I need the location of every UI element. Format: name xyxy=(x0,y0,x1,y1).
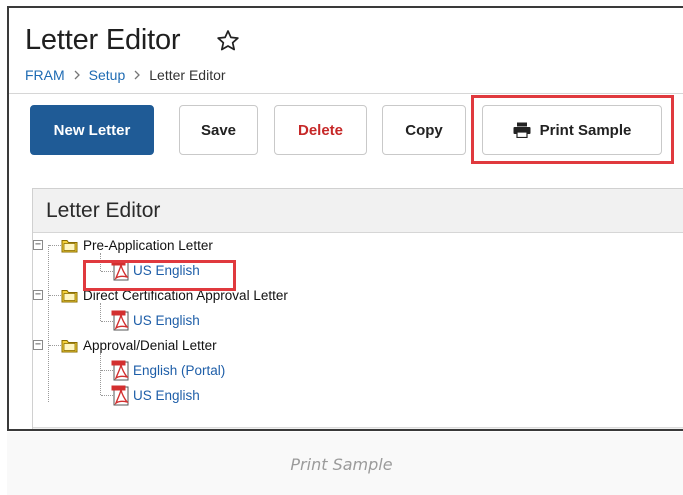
tree-leaf-label[interactable]: US English xyxy=(133,388,200,403)
toolbar: New Letter Save Delete Copy Print Sample xyxy=(9,95,683,175)
tree-leaf-label[interactable]: US English xyxy=(133,313,200,328)
tree-folder-label: Direct Certification Approval Letter xyxy=(83,288,288,303)
panel-title: Letter Editor xyxy=(33,189,683,233)
delete-button[interactable]: Delete xyxy=(274,105,367,155)
chevron-right-icon xyxy=(134,70,141,80)
folder-icon xyxy=(61,290,78,303)
printer-icon xyxy=(513,122,531,138)
print-sample-label: Print Sample xyxy=(539,121,632,139)
chevron-right-icon xyxy=(74,70,80,80)
tree-leaf-pre-application-us-english[interactable]: US English xyxy=(111,258,200,283)
save-button[interactable]: Save xyxy=(179,105,258,155)
breadcrumb-fram[interactable]: FRAM xyxy=(25,67,65,83)
tree-folder-pre-application[interactable]: − Pre-Application Letter xyxy=(33,233,213,258)
panel-scroll-strip xyxy=(33,427,683,429)
tree-leaf-label[interactable]: English (Portal) xyxy=(133,363,225,378)
page-header: Letter Editor FRAM Setup Letter Editor xyxy=(9,8,683,94)
tree-leaf-approval-denial-us-english[interactable]: US English xyxy=(111,383,200,408)
collapse-toggle-icon[interactable]: − xyxy=(33,290,43,300)
pdf-icon xyxy=(111,260,129,280)
breadcrumb-setup[interactable]: Setup xyxy=(89,67,126,83)
app-window: Letter Editor FRAM Setup Letter Editor N… xyxy=(7,6,683,431)
tree-folder-approval-denial[interactable]: − Approval/Denial Letter xyxy=(33,333,217,358)
new-letter-button[interactable]: New Letter xyxy=(30,105,154,155)
pdf-icon xyxy=(111,360,129,380)
breadcrumb-current: Letter Editor xyxy=(149,67,226,83)
copy-button[interactable]: Copy xyxy=(382,105,466,155)
collapse-toggle-icon[interactable]: − xyxy=(33,340,43,350)
collapse-toggle-icon[interactable]: − xyxy=(33,240,43,250)
star-icon[interactable] xyxy=(215,28,241,54)
pdf-icon xyxy=(111,310,129,330)
tree-leaf-approval-denial-english-portal[interactable]: English (Portal) xyxy=(111,358,225,383)
breadcrumb: FRAM Setup Letter Editor xyxy=(25,67,226,83)
tree-leaf-direct-certification-us-english[interactable]: US English xyxy=(111,308,200,333)
pdf-icon xyxy=(111,385,129,405)
tree-connector xyxy=(100,353,101,395)
image-caption: Print Sample xyxy=(290,455,393,474)
folder-icon xyxy=(61,240,78,253)
tree-folder-label: Approval/Denial Letter xyxy=(83,338,217,353)
tree-leaf-label[interactable]: US English xyxy=(133,263,200,278)
print-sample-button[interactable]: Print Sample xyxy=(482,105,662,155)
letter-editor-panel: Letter Editor − Pre-Application Letter U… xyxy=(32,188,683,429)
folder-icon xyxy=(61,340,78,353)
tree-folder-label: Pre-Application Letter xyxy=(83,238,213,253)
page-title: Letter Editor xyxy=(25,24,181,56)
tree-folder-direct-certification[interactable]: − Direct Certification Approval Letter xyxy=(33,283,288,308)
tree-connector xyxy=(48,245,49,402)
